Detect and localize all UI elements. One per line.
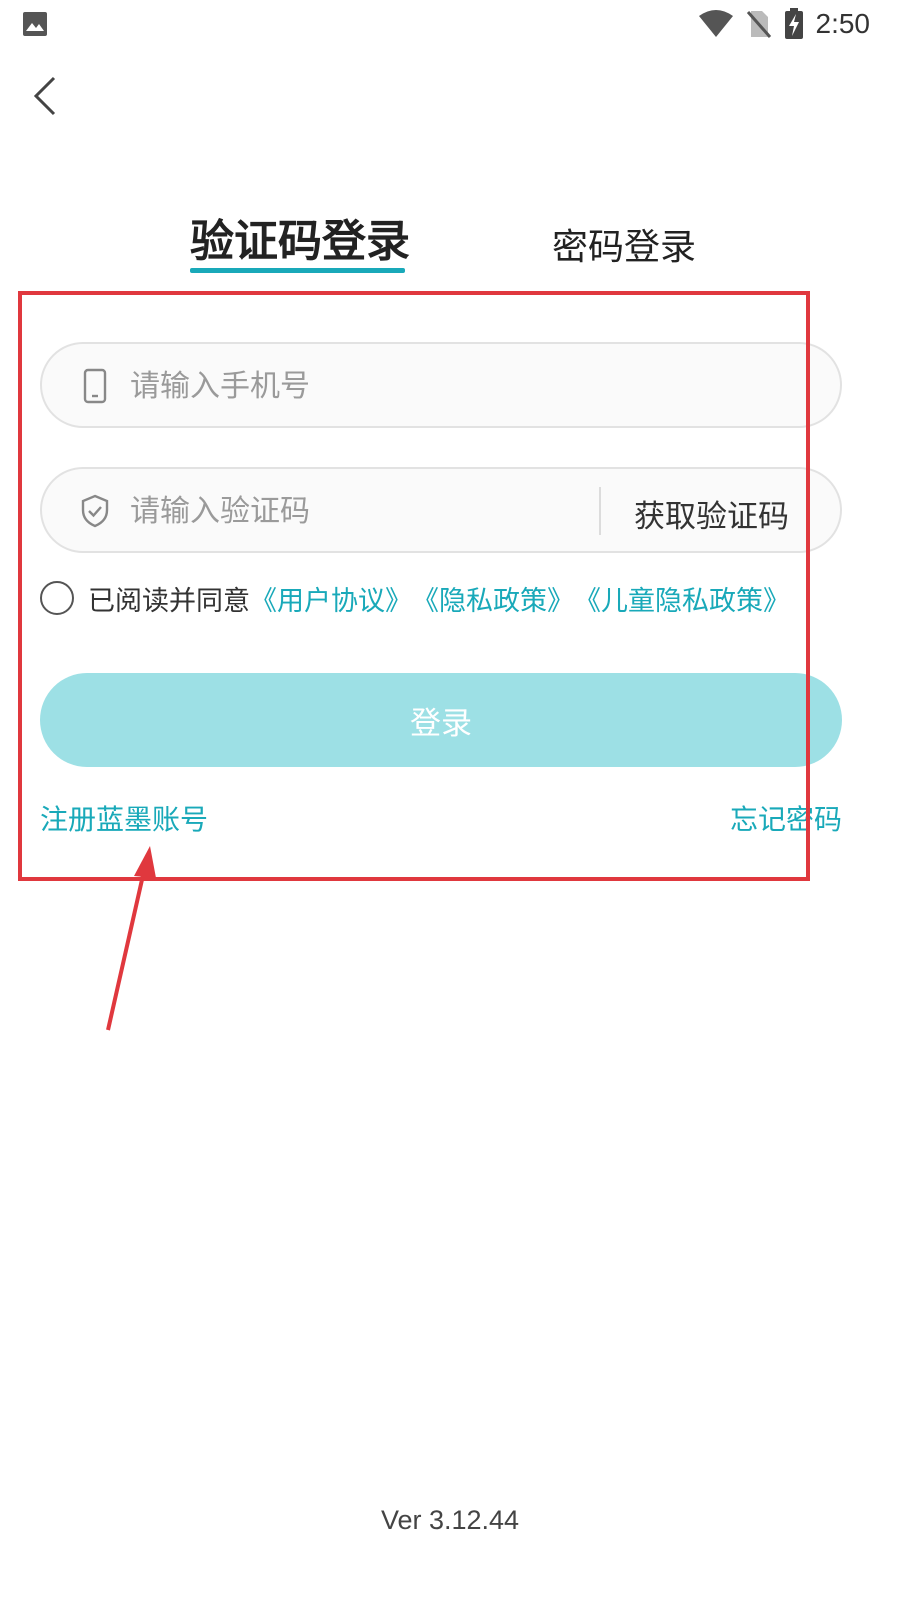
status-time: 2:50 [815, 8, 871, 39]
battery-charging-icon [784, 8, 804, 40]
tab-password-login[interactable]: 密码登录 [552, 218, 696, 270]
annotation-highlight-box [18, 291, 810, 881]
wifi-icon [698, 10, 734, 38]
back-button[interactable] [28, 74, 68, 118]
version-label: Ver 3.12.44 [380, 1505, 520, 1535]
no-sim-icon [746, 9, 772, 39]
annotation-arrow [106, 846, 156, 1031]
image-icon [22, 11, 48, 41]
status-icons: 2:50 [698, 8, 871, 40]
tab-sms-login[interactable]: 验证码登录 [190, 205, 410, 269]
active-tab-indicator [190, 268, 405, 273]
login-page: 2:50 验证码登录 密码登录 获取验证码 [0, 0, 900, 1600]
chevron-left-icon [33, 76, 56, 116]
status-bar: 2:50 [0, 0, 900, 50]
